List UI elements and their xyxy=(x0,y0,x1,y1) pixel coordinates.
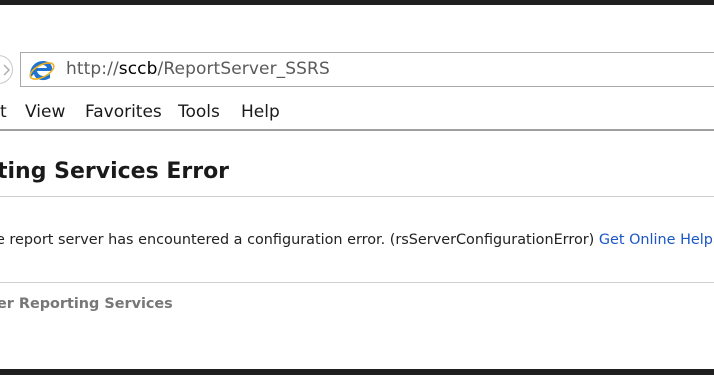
divider xyxy=(0,282,714,283)
menu-view[interactable]: View xyxy=(25,102,65,122)
address-bar[interactable]: http://sccb/ReportServer_SSRS xyxy=(20,52,714,87)
browser-window: http://sccb/ReportServer_SSRS t View Fav… xyxy=(0,5,714,369)
internet-explorer-icon xyxy=(29,61,55,81)
menu-edit[interactable]: t xyxy=(0,102,7,122)
divider xyxy=(0,196,714,197)
menu-help[interactable]: Help xyxy=(241,102,280,122)
get-online-help-link[interactable]: Get Online Help xyxy=(599,232,713,248)
page-content: ting Services Error e report server has … xyxy=(0,131,714,369)
menu-tools[interactable]: Tools xyxy=(178,102,220,122)
address-bar-area: http://sccb/ReportServer_SSRS xyxy=(0,5,714,95)
forward-button[interactable] xyxy=(0,55,13,84)
page-title: ting Services Error xyxy=(0,159,230,184)
error-text: e report server has encountered a config… xyxy=(0,232,595,248)
menu-bar: t View Favorites Tools Help xyxy=(0,96,714,131)
address-url[interactable]: http://sccb/ReportServer_SSRS xyxy=(66,59,330,79)
menu-favorites[interactable]: Favorites xyxy=(85,102,162,122)
footer-product-name: er Reporting Services xyxy=(0,296,173,312)
chevron-right-icon xyxy=(3,64,11,76)
error-message: e report server has encountered a config… xyxy=(0,232,713,248)
